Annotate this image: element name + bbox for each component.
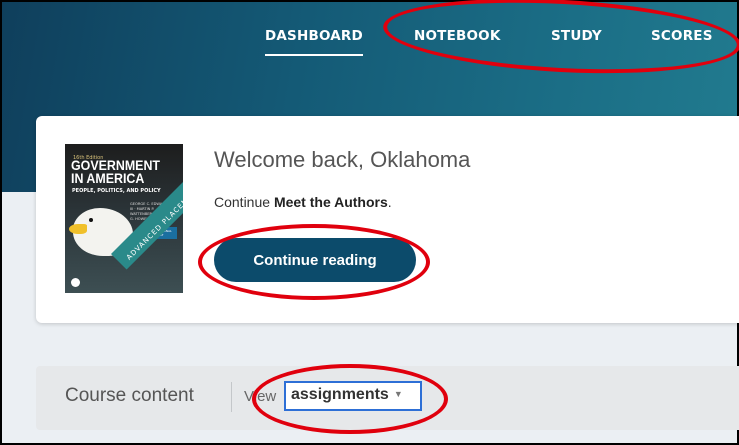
nav-tab-dashboard[interactable]: DASHBOARD: [265, 28, 363, 56]
top-nav: DASHBOARD NOTEBOOK STUDY SCORES: [2, 28, 737, 58]
book-cover[interactable]: 16th Edition GOVERNMENT IN AMERICA PEOPL…: [65, 144, 183, 293]
view-select-value: assignments: [291, 386, 389, 403]
continue-suffix: .: [387, 194, 392, 210]
book-title: GOVERNMENT IN AMERICA: [71, 159, 160, 186]
nav-tab-study[interactable]: STUDY: [551, 28, 602, 44]
continue-reading-button[interactable]: Continue reading: [214, 238, 416, 282]
nav-tab-scores[interactable]: SCORES: [651, 28, 713, 44]
divider: [231, 382, 232, 412]
continue-message: Continue Meet the Authors.: [214, 194, 392, 210]
course-content-label: Course content: [65, 385, 194, 406]
book-title-line2: IN AMERICA: [71, 171, 145, 186]
welcome-heading: Welcome back, Oklahoma: [214, 147, 471, 172]
nav-tab-notebook[interactable]: NOTEBOOK: [414, 28, 501, 44]
continue-item: Meet the Authors: [273, 194, 388, 210]
book-subtitle: PEOPLE, POLITICS, AND POLICY: [72, 188, 161, 194]
eagle-eye: [89, 218, 93, 222]
eagle-beak: [69, 224, 87, 234]
publisher-logo-icon: [71, 278, 80, 287]
continue-prefix: Continue: [214, 194, 271, 210]
view-select[interactable]: assignments ▼: [284, 381, 422, 411]
chevron-down-icon: ▼: [393, 389, 403, 399]
view-label: View: [244, 388, 277, 405]
